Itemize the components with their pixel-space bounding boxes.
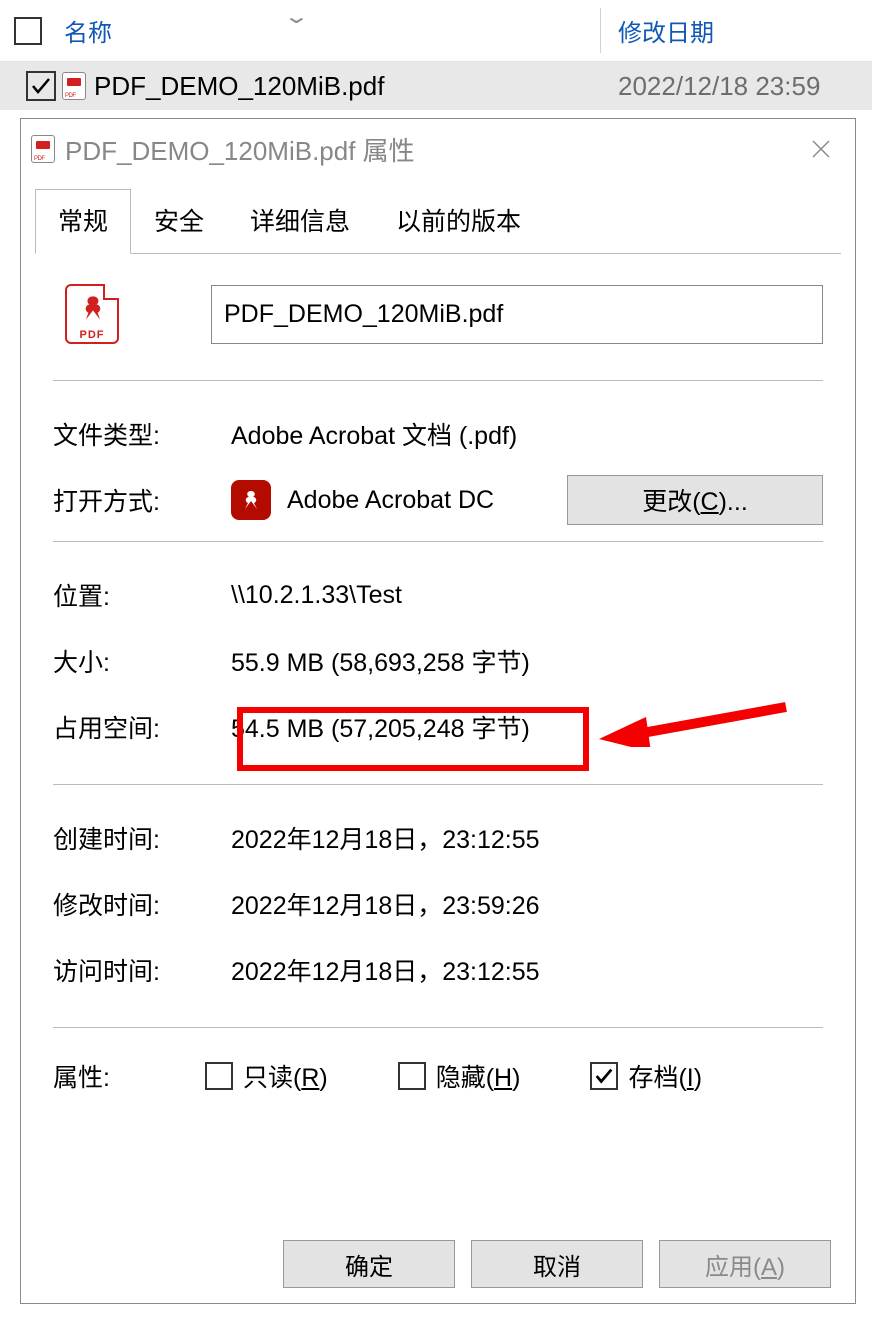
hidden-checkbox[interactable]: 隐藏(H) <box>398 1058 521 1094</box>
tab-previous-versions[interactable]: 以前的版本 <box>373 189 544 253</box>
annotation-highlight-box <box>237 707 589 771</box>
ok-button[interactable]: 确定 <box>283 1240 455 1288</box>
accessed-value: 2022年12月18日，23:12:55 <box>231 952 540 988</box>
dialog-button-bar: 确定 取消 应用(A) <box>21 1225 855 1303</box>
created-label: 创建时间: <box>53 820 231 856</box>
attributes-label: 属性: <box>53 1058 205 1094</box>
column-name[interactable]: 名称 <box>64 13 112 48</box>
file-name-row: PDF <box>53 274 823 372</box>
check-icon <box>29 74 53 98</box>
file-type-label: 文件类型: <box>53 416 231 452</box>
pdf-file-icon <box>31 135 55 163</box>
row-checkbox[interactable] <box>26 71 56 101</box>
close-button[interactable] <box>793 121 849 177</box>
separator <box>53 784 823 785</box>
accessed-label: 访问时间: <box>53 952 231 988</box>
sort-indicator-icon: ⌄ <box>283 4 310 29</box>
tab-security[interactable]: 安全 <box>131 189 227 253</box>
checkbox-checked-icon <box>590 1062 618 1090</box>
checkbox-icon <box>205 1062 233 1090</box>
size-row: 大小: 55.9 MB (58,693,258 字节) <box>53 628 823 694</box>
open-with-app-name: Adobe Acrobat DC <box>287 486 494 515</box>
file-name: PDF_DEMO_120MiB.pdf <box>94 71 384 102</box>
explorer-column-header: 名称 ⌄ 修改日期 <box>0 0 872 62</box>
close-icon <box>809 137 833 161</box>
dialog-title: PDF_DEMO_120MiB.pdf 属性 <box>65 131 415 168</box>
apply-button[interactable]: 应用(A) <box>659 1240 831 1288</box>
file-modified-date: 2022/12/18 23:59 <box>618 71 820 102</box>
column-divider[interactable] <box>600 8 601 53</box>
file-type-value: Adobe Acrobat 文档 (.pdf) <box>231 416 517 452</box>
location-value: \\10.2.1.33\Test <box>231 581 402 610</box>
modified-row: 修改时间: 2022年12月18日，23:59:26 <box>53 871 823 937</box>
open-with-row: 打开方式: Adobe Acrobat DC 更改(C)... <box>53 467 823 533</box>
open-with-label: 打开方式: <box>53 482 231 518</box>
pdf-file-large-icon: PDF <box>65 284 119 344</box>
checkbox-icon <box>398 1062 426 1090</box>
cancel-button[interactable]: 取消 <box>471 1240 643 1288</box>
separator <box>53 1027 823 1028</box>
created-row: 创建时间: 2022年12月18日，23:12:55 <box>53 805 823 871</box>
location-row: 位置: \\10.2.1.33\Test <box>53 562 823 628</box>
separator <box>53 541 823 542</box>
size-label: 大小: <box>53 643 231 679</box>
tab-details[interactable]: 详细信息 <box>227 189 373 253</box>
size-on-disk-label: 占用空间: <box>53 709 231 745</box>
modified-label: 修改时间: <box>53 886 231 922</box>
annotation-arrow-icon <box>591 687 791 747</box>
file-row[interactable]: PDF_DEMO_120MiB.pdf 2022/12/18 23:59 <box>0 62 872 110</box>
acrobat-app-icon <box>231 480 271 520</box>
readonly-checkbox[interactable]: 只读(R) <box>205 1058 328 1094</box>
attributes-row: 属性: 只读(R) 隐藏(H) 存档(I) <box>53 1048 823 1094</box>
properties-dialog: PDF_DEMO_120MiB.pdf 属性 常规 安全 详细信息 以前的版本 … <box>20 118 856 1304</box>
created-value: 2022年12月18日，23:12:55 <box>231 820 540 856</box>
size-value: 55.9 MB (58,693,258 字节) <box>231 643 530 679</box>
tab-content: PDF 文件类型: Adobe Acrobat 文档 (.pdf) 打开方式: … <box>21 254 855 1094</box>
separator <box>53 380 823 381</box>
change-open-with-button[interactable]: 更改(C)... <box>567 475 823 525</box>
filename-input[interactable] <box>211 285 823 344</box>
dialog-titlebar[interactable]: PDF_DEMO_120MiB.pdf 属性 <box>21 119 855 179</box>
accessed-row: 访问时间: 2022年12月18日，23:12:55 <box>53 937 823 1003</box>
modified-value: 2022年12月18日，23:59:26 <box>231 886 540 922</box>
select-all-checkbox[interactable] <box>14 17 42 45</box>
archive-checkbox[interactable]: 存档(I) <box>590 1058 702 1094</box>
tab-general[interactable]: 常规 <box>35 189 131 254</box>
tab-strip: 常规 安全 详细信息 以前的版本 <box>35 189 841 254</box>
pdf-file-icon <box>62 72 86 100</box>
location-label: 位置: <box>53 577 231 613</box>
column-modified[interactable]: 修改日期 <box>618 13 714 48</box>
file-type-row: 文件类型: Adobe Acrobat 文档 (.pdf) <box>53 401 823 467</box>
